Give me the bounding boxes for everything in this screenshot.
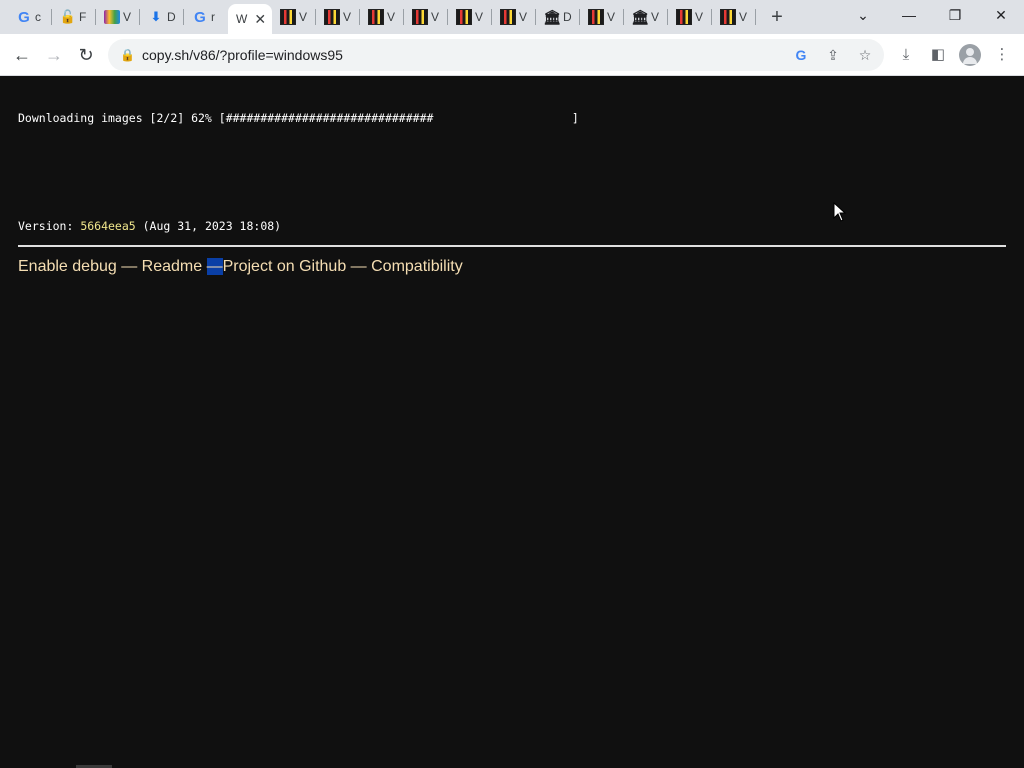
- mosaic-icon: [324, 9, 340, 25]
- tab-title: F: [79, 10, 87, 24]
- link-separator-selected: —: [206, 258, 223, 275]
- close-tab-icon[interactable]: ✕: [254, 11, 266, 28]
- museum-icon: 🏛: [543, 9, 561, 25]
- link-separator: —: [116, 258, 142, 275]
- tab-title: V: [739, 10, 748, 24]
- lock-icon[interactable]: 🔒: [120, 46, 135, 64]
- download-progress-text: Downloading images [2/2] 62% [##########…: [18, 111, 579, 125]
- mosaic-icon: [500, 9, 516, 25]
- mosaic-icon: [588, 9, 604, 25]
- google-icon: G: [194, 8, 206, 26]
- page-content: Downloading images [2/2] 62% [##########…: [0, 77, 1024, 768]
- back-button[interactable]: ←: [8, 42, 36, 68]
- tab-title: V: [123, 10, 132, 24]
- tab-7[interactable]: V: [272, 4, 315, 30]
- tab-title: V: [519, 10, 528, 24]
- close-window-button[interactable]: ✕: [978, 0, 1024, 30]
- tab-title: W: [236, 12, 248, 26]
- museum-icon: 🏛: [631, 9, 649, 25]
- divider: [18, 245, 1006, 247]
- footer-links: Enable debug — Readme —Project on Github…: [18, 258, 463, 276]
- mosaic-icon: [280, 9, 296, 25]
- new-tab-button[interactable]: +: [765, 6, 789, 28]
- mosaic-icon: [368, 9, 384, 25]
- menu-kebab-icon[interactable]: ⋮: [990, 44, 1014, 66]
- minimize-button[interactable]: —: [886, 0, 932, 30]
- profile-avatar[interactable]: [959, 44, 981, 66]
- tab-title: V: [299, 10, 308, 24]
- share-icon[interactable]: ⇪: [822, 45, 844, 65]
- tab-title: V: [387, 10, 396, 24]
- readme-link[interactable]: Readme: [142, 258, 202, 275]
- tab-4[interactable]: ⬇ D: [140, 4, 183, 30]
- tab-2[interactable]: 🔓 F: [52, 4, 95, 30]
- mouse-pointer-icon: [833, 202, 847, 222]
- tab-title: D: [563, 10, 572, 24]
- tab-16[interactable]: V: [668, 4, 711, 30]
- version-label: Version:: [18, 219, 81, 233]
- mosaic-icon: [720, 9, 736, 25]
- tab-3[interactable]: V: [96, 4, 139, 30]
- tab-6-active[interactable]: W ✕: [228, 4, 272, 34]
- forward-button[interactable]: →: [40, 42, 68, 68]
- tab-11[interactable]: V: [448, 4, 491, 30]
- google-lens-icon[interactable]: G: [790, 45, 812, 65]
- tab-1[interactable]: G c: [8, 4, 51, 30]
- tab-title: r: [211, 10, 215, 24]
- mosaic-icon: [412, 9, 428, 25]
- version-line: Version: 5664eea5 (Aug 31, 2023 18:08): [18, 219, 281, 233]
- tab-title: V: [431, 10, 440, 24]
- tab-14[interactable]: V: [580, 4, 623, 30]
- restore-button[interactable]: ❐: [932, 0, 978, 30]
- side-panel-icon[interactable]: ◧: [926, 44, 950, 66]
- tab-title: D: [167, 10, 176, 24]
- tab-title: V: [651, 10, 660, 24]
- reload-button[interactable]: ↻: [72, 42, 100, 68]
- address-bar[interactable]: 🔒 copy.sh/v86/?profile=windows95 G ⇪ ☆: [108, 39, 884, 71]
- tab-17[interactable]: V: [712, 4, 755, 30]
- bookmark-star-icon[interactable]: ☆: [854, 45, 876, 65]
- version-hash: 5664eea5: [80, 219, 136, 233]
- winrar-icon: [104, 10, 120, 24]
- tab-10[interactable]: V: [404, 4, 447, 30]
- red-lock-icon: 🔓: [59, 9, 77, 24]
- google-icon: G: [18, 8, 30, 26]
- tab-divider: [755, 9, 756, 25]
- compatibility-link[interactable]: Compatibility: [371, 258, 463, 275]
- mosaic-icon: [456, 9, 472, 25]
- tab-12[interactable]: V: [492, 4, 535, 30]
- tab-title: V: [695, 10, 704, 24]
- tab-strip: G c 🔓 F V ⬇ D G r W ✕ V V V V V V 🏛 D V …: [0, 0, 1024, 34]
- tab-8[interactable]: V: [316, 4, 359, 30]
- downloads-icon[interactable]: ⤓: [894, 44, 918, 66]
- tab-title: V: [475, 10, 484, 24]
- github-link[interactable]: Project on Github: [223, 258, 347, 275]
- download-icon: ⬇: [150, 9, 162, 24]
- tab-15[interactable]: 🏛 V: [624, 4, 667, 30]
- version-date: (Aug 31, 2023 18:08): [135, 219, 282, 233]
- enable-debug-link[interactable]: Enable debug: [18, 258, 117, 275]
- tab-title: V: [607, 10, 616, 24]
- mosaic-icon: [676, 9, 692, 25]
- tab-title: c: [35, 10, 41, 24]
- tab-5[interactable]: G r: [184, 4, 227, 30]
- tab-9[interactable]: V: [360, 4, 403, 30]
- tab-title: V: [343, 10, 352, 24]
- tab-search-chevron-icon[interactable]: ⌄: [840, 0, 886, 30]
- link-separator: —: [346, 258, 372, 275]
- url-text[interactable]: copy.sh/v86/?profile=windows95: [142, 39, 343, 71]
- tab-13[interactable]: 🏛 D: [536, 4, 579, 30]
- browser-toolbar: ← → ↻ 🔒 copy.sh/v86/?profile=windows95 G…: [0, 34, 1024, 76]
